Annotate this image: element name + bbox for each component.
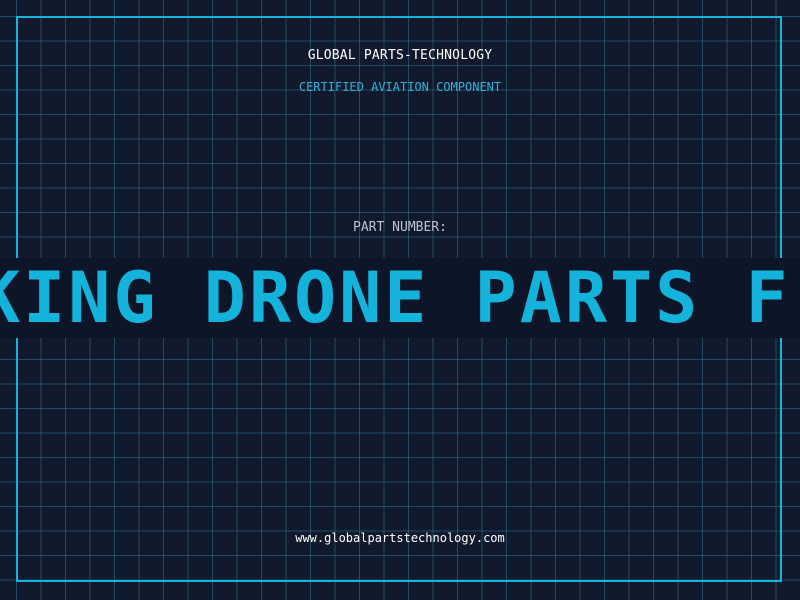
part-number-banner: KING DRONE PARTS F — [0, 258, 800, 338]
part-number-label: PART NUMBER: — [353, 220, 447, 235]
part-number-value: KING DRONE PARTS F — [0, 258, 791, 338]
brand-name: GLOBAL PARTS-TECHNOLOGY — [307, 48, 493, 63]
brand-subtitle: CERTIFIED AVIATION COMPONENT — [298, 80, 502, 94]
label-card: GLOBAL PARTS-TECHNOLOGY CERTIFIED AVIATI… — [0, 0, 800, 600]
website-url[interactable]: www.globalpartstechnology.com — [0, 531, 800, 545]
